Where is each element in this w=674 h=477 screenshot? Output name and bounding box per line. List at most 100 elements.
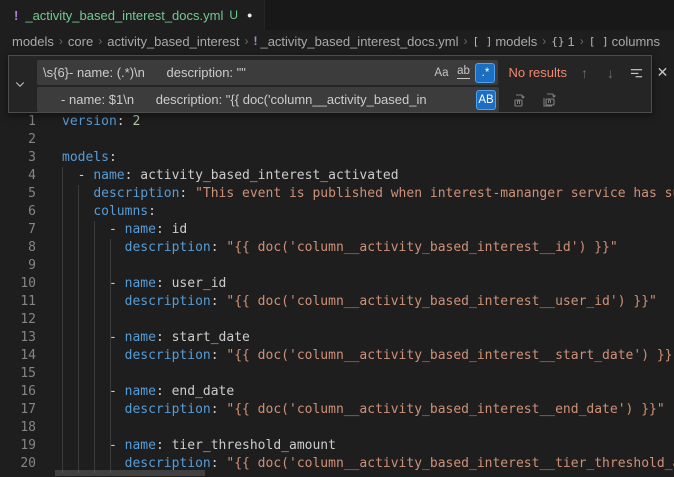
- line-text: - name: id: [62, 221, 187, 239]
- breadcrumb-item-_activity_based_interest_docs.yml[interactable]: !_activity_based_interest_docs.yml: [253, 34, 458, 49]
- horizontal-scrollbar[interactable]: [55, 470, 205, 476]
- breadcrumb-label: models: [495, 34, 537, 49]
- line-text: - name: end_date: [62, 383, 234, 401]
- line-number: 12: [0, 311, 36, 329]
- close-find-button[interactable]: ✕: [654, 64, 671, 81]
- selection-icon: [629, 65, 644, 80]
- code-line: 8 description: "{{ doc('column__activity…: [0, 239, 674, 257]
- breadcrumb-label: 1: [568, 34, 575, 49]
- vscode-window: { "tab": { "file_icon": "!", "name": "_a…: [0, 0, 674, 477]
- file-warning-icon: !: [253, 34, 257, 48]
- line-text: description: "{{ doc('column__activity_b…: [62, 347, 674, 365]
- line-number: 1: [0, 113, 36, 131]
- tab-activity-based-interest-docs[interactable]: ! _activity_based_interest_docs.yml U ●: [0, 0, 265, 30]
- line-text: version: 2: [62, 113, 140, 131]
- replace-icon: [512, 92, 528, 108]
- breadcrumb-item-1[interactable]: {} 1: [551, 34, 574, 49]
- breadcrumb-separator-icon: ›: [98, 34, 102, 48]
- breadcrumb-item-columns[interactable]: [ ]columns: [589, 34, 660, 49]
- breadcrumb-label: models: [12, 34, 54, 49]
- find-status: No results: [508, 65, 567, 80]
- whole-word-toggle[interactable]: ab: [453, 63, 473, 83]
- code-line: 4 - name: activity_based_interest_activa…: [0, 167, 674, 185]
- breadcrumb-label: _activity_based_interest_docs.yml: [260, 34, 458, 49]
- code-line: 1 version: 2: [0, 113, 674, 131]
- breadcrumb-label: core: [68, 34, 93, 49]
- line-number: 13: [0, 329, 36, 347]
- line-text: description: "This event is published wh…: [62, 185, 674, 203]
- code-line: 9: [0, 257, 674, 275]
- replace-button[interactable]: [512, 92, 528, 108]
- previous-match-button[interactable]: ↑: [576, 64, 593, 81]
- line-number: 6: [0, 203, 36, 221]
- line-number: 17: [0, 401, 36, 419]
- line-number: 19: [0, 437, 36, 455]
- regex-toggle[interactable]: .*: [475, 63, 495, 83]
- line-number: 4: [0, 167, 36, 185]
- match-case-toggle[interactable]: Aa: [431, 63, 451, 83]
- modified-dot-icon[interactable]: ●: [247, 10, 252, 20]
- line-number: 8: [0, 239, 36, 257]
- breadcrumb-item-core[interactable]: core: [68, 34, 93, 49]
- breadcrumb-item-models[interactable]: models: [12, 34, 54, 49]
- find-in-selection-button[interactable]: [628, 64, 645, 81]
- line-text: - name: tier_threshold_amount: [62, 437, 336, 455]
- line-text: description: "{{ doc('column__activity_b…: [62, 239, 618, 257]
- code-line: 11 description: "{{ doc('column__activit…: [0, 293, 674, 311]
- line-text: description: "{{ doc('column__activity_b…: [62, 293, 657, 311]
- code-line: 6 columns:: [0, 203, 674, 221]
- find-input[interactable]: \s{6}- name: (.*)\n description: "" Aa a…: [37, 60, 498, 85]
- replace-all-icon: [541, 92, 559, 108]
- breadcrumb: models›core›activity_based_interest›!_ac…: [0, 30, 674, 52]
- code-line: 17 description: "{{ doc('column__activit…: [0, 401, 674, 419]
- toggle-replace-button[interactable]: [9, 56, 31, 112]
- symbol-array-icon: [ ]: [472, 35, 492, 48]
- line-number: 18: [0, 419, 36, 437]
- line-number: 15: [0, 365, 36, 383]
- replace-all-button[interactable]: [541, 92, 559, 108]
- code-line: 14 description: "{{ doc('column__activit…: [0, 347, 674, 365]
- tab-bar: ! _activity_based_interest_docs.yml U ●: [0, 0, 674, 30]
- breadcrumb-label: columns: [612, 34, 660, 49]
- preserve-case-toggle[interactable]: AB: [476, 90, 496, 110]
- line-number: 3: [0, 149, 36, 167]
- code-line: 3models:: [0, 149, 674, 167]
- line-text: - name: start_date: [62, 329, 250, 347]
- editor-pane[interactable]: 1 version: 2 23models:4 - name: activity_b…: [0, 52, 674, 477]
- line-text: - name: activity_based_interest_activate…: [62, 167, 399, 185]
- breadcrumb-item-activity_based_interest[interactable]: activity_based_interest: [107, 34, 239, 49]
- breadcrumb-separator-icon: ›: [463, 34, 467, 48]
- breadcrumb-label: activity_based_interest: [107, 34, 239, 49]
- code-line: 12: [0, 311, 674, 329]
- line-number: 16: [0, 383, 36, 401]
- replace-input[interactable]: - name: $1\n description: "{{ doc('colum…: [37, 87, 499, 112]
- line-number: 11: [0, 293, 36, 311]
- line-number: 2: [0, 131, 36, 149]
- code-line: 15: [0, 365, 674, 383]
- find-replace-widget: \s{6}- name: (.*)\n description: "" Aa a…: [8, 55, 652, 113]
- breadcrumb-separator-icon: ›: [580, 34, 584, 48]
- symbol-array-icon: [ ]: [589, 35, 609, 48]
- line-number: 7: [0, 221, 36, 239]
- code-line: 2: [0, 131, 674, 149]
- code-line: 18: [0, 419, 674, 437]
- next-match-button[interactable]: ↓: [602, 64, 619, 81]
- chevron-down-icon: [14, 78, 26, 90]
- code-line: 19 - name: tier_threshold_amount: [0, 437, 674, 455]
- line-text: description: "{{ doc('column__activity_b…: [62, 401, 665, 419]
- line-text: - name: user_id: [62, 275, 226, 293]
- line-number: 10: [0, 275, 36, 293]
- replace-row: - name: $1\n description: "{{ doc('colum…: [37, 87, 559, 112]
- replace-value-text: - name: $1\n description: "{{ doc('colum…: [43, 92, 474, 107]
- line-number: 14: [0, 347, 36, 365]
- code-line: 10 - name: user_id: [0, 275, 674, 293]
- breadcrumb-separator-icon: ›: [59, 34, 63, 48]
- code-line: 13 - name: start_date: [0, 329, 674, 347]
- line-number: 5: [0, 185, 36, 203]
- breadcrumb-item-models[interactable]: [ ]models: [472, 34, 537, 49]
- find-row: \s{6}- name: (.*)\n description: "" Aa a…: [37, 60, 674, 85]
- breadcrumb-separator-icon: ›: [244, 34, 248, 48]
- symbol-object-icon: {}: [551, 35, 564, 48]
- breadcrumb-separator-icon: ›: [542, 34, 546, 48]
- code-area[interactable]: 1 version: 2 23models:4 - name: activity_b…: [0, 113, 674, 473]
